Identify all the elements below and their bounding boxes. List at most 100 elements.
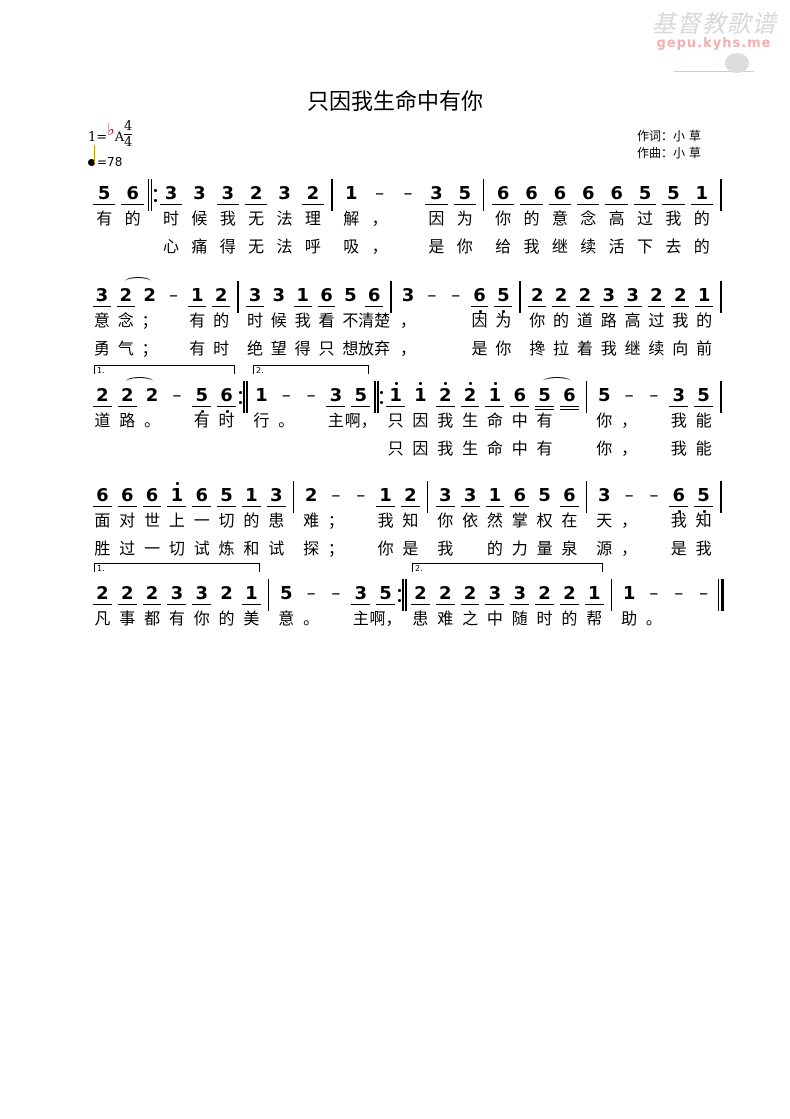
note: 6: [468, 285, 492, 313]
measure: 2你搀2的拉2道着3路我3高继2过续2我向1的前: [525, 285, 716, 365]
volta-number: 1.: [97, 564, 105, 573]
note: 3: [164, 183, 178, 204]
note: 2: [143, 285, 156, 306]
measure: 3，， – –6 因是 5 为你: [396, 285, 515, 365]
measure: 3 天源 –，， –6 我是 5 知我: [592, 485, 716, 565]
underline-beam: [411, 604, 430, 605]
song-title: 只因我生命中有你: [306, 90, 483, 115]
note: 3: [329, 385, 343, 406]
measure: 5 意 –。 –3 主 5 啊，: [274, 583, 401, 663]
underline-beam: [633, 204, 657, 205]
hold-dash: –: [281, 385, 291, 406]
underline-beam: [244, 204, 268, 205]
barline-stroke: [147, 179, 150, 211]
barline-single: [716, 179, 726, 213]
note: 2: [463, 583, 477, 604]
octave-dot-above: [419, 382, 423, 385]
underline-beam: [188, 306, 207, 307]
lyric-verse-2: 的: [693, 237, 710, 256]
hold-dash: –: [427, 285, 437, 306]
note: 6: [496, 183, 510, 204]
underline-beam: [690, 204, 713, 205]
measure: 1 助 –。 – –: [617, 583, 716, 663]
key-prefix: 1=: [88, 130, 108, 145]
note: 3: [95, 285, 109, 306]
barline-stroke: [405, 579, 407, 611]
note: 5: [458, 183, 471, 204]
note-column: 1的的: [688, 183, 716, 263]
octave-dot-above: [493, 382, 497, 385]
underline-beam: [216, 204, 239, 205]
note: 2: [404, 485, 417, 506]
barline-single: [386, 281, 396, 315]
barline-single: [582, 481, 592, 515]
underline-beam: [93, 506, 112, 507]
measure: 2 难探 –；； –1 我你 2 知是: [299, 485, 423, 565]
key-note: A: [114, 130, 125, 145]
volta-number: 2.: [256, 366, 264, 375]
note-column: –，，: [617, 485, 642, 565]
time-bottom: 4: [124, 135, 133, 150]
underline-beam: [453, 204, 476, 205]
measure: 1只只1因因2我我2生生1命命6中中5有有6: [383, 377, 582, 465]
underline-beam: [93, 204, 116, 205]
note-column: 6 清楚 放弃: [358, 285, 390, 365]
barline-stroke: [150, 179, 153, 211]
hold-dash: –: [699, 583, 709, 604]
quarter-note-icon: [88, 145, 95, 166]
hold-dash: –: [168, 285, 178, 306]
barline-stroke: [720, 179, 722, 211]
note: 1: [622, 583, 636, 604]
note-column: 6: [557, 385, 582, 465]
measure: 3你我3依1然的6掌力5权量6在泉: [433, 485, 582, 565]
barline-repeat-start: [373, 381, 384, 415]
note-column: 6的: [118, 183, 146, 263]
note: 1: [191, 285, 204, 306]
underline-beam: [192, 604, 212, 605]
barline-single: [582, 381, 592, 415]
note: 5: [220, 485, 233, 506]
barline-stroke: [267, 579, 270, 611]
note-column: 1的前: [692, 285, 716, 365]
note: 5: [538, 385, 551, 406]
barline-final: [716, 579, 726, 613]
underline-beam: [159, 204, 183, 205]
note: 1: [488, 485, 502, 506]
note: 5: [697, 385, 710, 406]
underline-beam: [510, 604, 530, 605]
note: 1: [408, 382, 433, 407]
barline-single: [716, 381, 726, 415]
note: 6: [553, 183, 567, 204]
underline-beam: [535, 604, 554, 605]
underline-beam: [376, 604, 395, 605]
note: 2: [145, 583, 159, 604]
underline-beam: [376, 506, 395, 507]
underline-beam: [485, 506, 505, 507]
underline-beam: [217, 406, 236, 407]
measure: 1 解吸 –，， –3 因是 5 为你: [337, 183, 479, 263]
underline-beam: [559, 406, 579, 407]
underline-beam: [528, 306, 547, 307]
note: 5: [97, 183, 111, 204]
note: 3: [195, 583, 208, 604]
note: 2: [119, 285, 133, 306]
octave-dot-above: [469, 382, 473, 385]
composer-credit: 作曲：小 草: [637, 146, 701, 160]
note: 3: [602, 285, 616, 306]
note: 2: [414, 583, 427, 604]
barline-stroke: [377, 381, 379, 413]
note: 6: [214, 385, 239, 413]
hold-dash: –: [331, 583, 341, 604]
note: 2: [433, 382, 458, 407]
note-column: 5为你: [451, 183, 479, 263]
underline-beam: [117, 506, 137, 507]
hold-dash: –: [649, 583, 659, 604]
system-3: 1. 2 道 2 路 2。 –5 有 6 时 2. 1 行 –。 –3 主 5 啊， 1 只只 1 因因 2 我我 2 生生 1 命命…: [90, 365, 726, 465]
score-page: 基督教歌谱 gepu.kyhs.me 只因我生命中有你 1=♭A 44 =78 …: [0, 0, 790, 1119]
note: 5: [667, 183, 680, 204]
underline-beam: [520, 204, 543, 205]
barline-single: [716, 481, 726, 515]
hold-dash: –: [306, 385, 316, 406]
lyric-verse-2: 呼: [304, 237, 321, 256]
note-column: 1美: [239, 583, 264, 663]
